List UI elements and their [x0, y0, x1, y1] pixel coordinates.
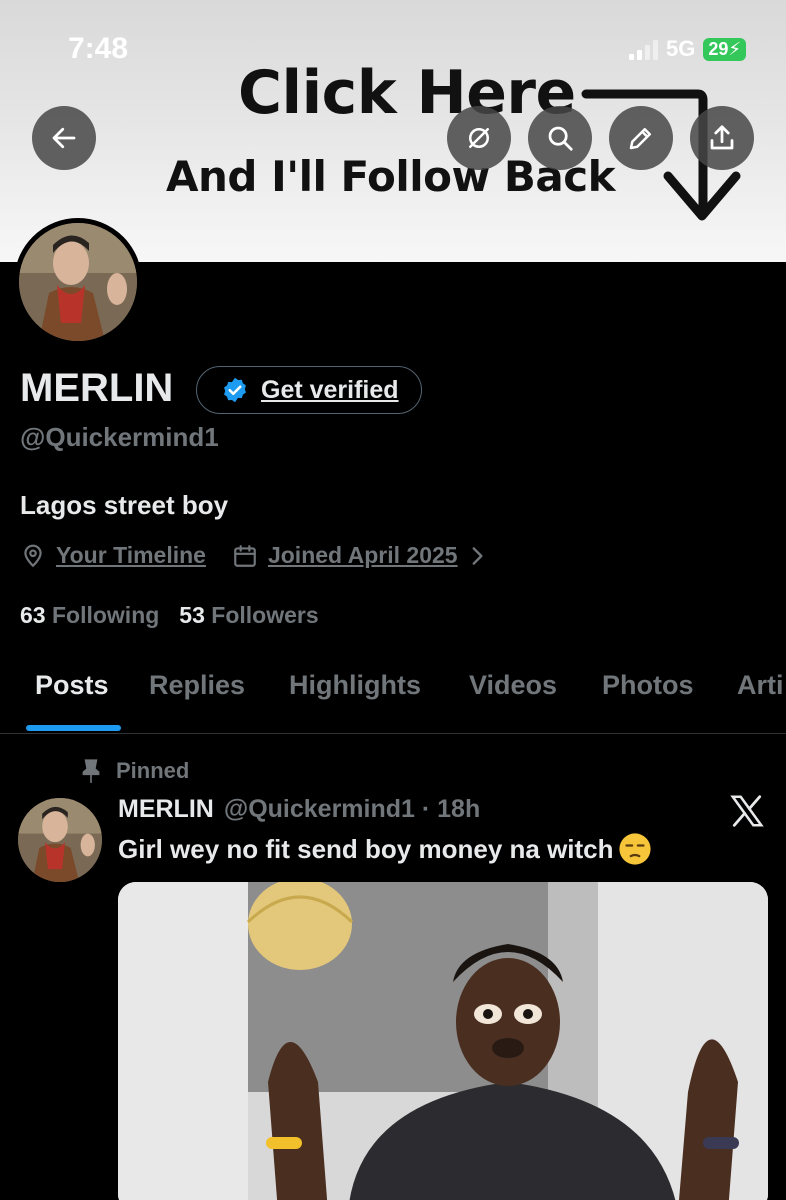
get-verified-label: Get verified: [261, 375, 399, 404]
grok-icon: [469, 128, 489, 148]
signal-icon: [628, 38, 658, 60]
edit-button[interactable]: [609, 106, 673, 170]
post-avatar[interactable]: [18, 798, 102, 882]
post-photo: [118, 882, 768, 1200]
pin-icon: [82, 759, 100, 783]
post-author-meta: @Quickermind1 · 18h: [223, 795, 481, 823]
search-button[interactable]: [528, 106, 592, 170]
location-link[interactable]: Your Timeline: [56, 542, 206, 569]
active-tab-indicator: [26, 725, 121, 731]
profile-tabs: Posts Replies Highlights Videos Photos A…: [0, 648, 786, 734]
avatar-image: [19, 223, 137, 341]
x-logo-icon: [730, 795, 764, 827]
follow-stats: 63 Following 53 Followers: [20, 602, 319, 629]
followers-link[interactable]: 53 Followers: [179, 602, 318, 629]
get-verified-button[interactable]: Get verified: [196, 366, 422, 414]
share-icon: [710, 125, 734, 150]
chevron-right-icon[interactable]: [464, 543, 490, 569]
tab-highlights[interactable]: Highlights: [289, 670, 421, 701]
post-text: Girl wey no fit send boy money na witch: [118, 832, 652, 866]
pinned-label: Pinned: [80, 758, 189, 784]
following-link[interactable]: 63 Following: [20, 602, 159, 629]
avatar-image: [18, 798, 102, 882]
tab-videos[interactable]: Videos: [469, 670, 557, 701]
post-author-name[interactable]: MERLIN: [118, 795, 214, 824]
calendar-icon: [234, 544, 256, 567]
search-icon: [548, 126, 573, 151]
tab-photos[interactable]: Photos: [602, 670, 694, 701]
grok-button[interactable]: [447, 106, 511, 170]
profile-bio: Lagos street boy: [20, 490, 229, 520]
network-type: 5G: [665, 36, 696, 61]
profile-meta: Your Timeline Joined April 2025: [20, 542, 490, 569]
unamused-face-emoji-icon: [618, 833, 651, 865]
profile-avatar[interactable]: [14, 218, 142, 346]
edit-icon: [629, 128, 651, 150]
location-icon: [24, 544, 42, 567]
post-image[interactable]: [118, 882, 768, 1200]
back-icon: [52, 127, 76, 149]
status-time: 7:48: [68, 32, 129, 65]
profile-handle: @Quickermind1: [20, 422, 219, 452]
tab-articles[interactable]: Arti: [737, 670, 784, 701]
profile-name: MERLIN: [20, 366, 174, 410]
joined-date-link[interactable]: Joined April 2025: [268, 542, 458, 569]
post-header: MERLIN @Quickermind1 · 18h: [118, 795, 480, 824]
status-indicators: 5G 29⚡: [628, 36, 746, 62]
back-button[interactable]: [32, 106, 96, 170]
battery-icon: 29⚡: [703, 37, 746, 61]
verified-badge-icon: [224, 377, 246, 403]
banner-text-line1: Click Here: [238, 58, 576, 128]
tab-posts[interactable]: Posts: [35, 670, 109, 701]
share-button[interactable]: [690, 106, 754, 170]
tab-replies[interactable]: Replies: [149, 670, 245, 701]
